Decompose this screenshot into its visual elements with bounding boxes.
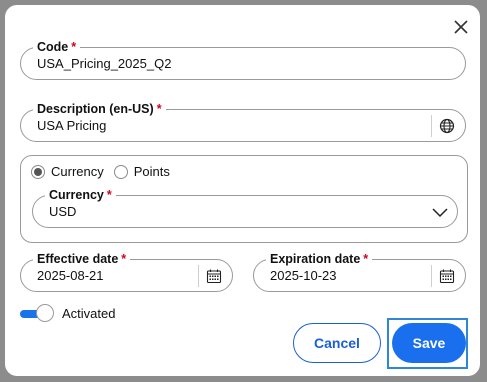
radio-currency-label: Currency [51, 164, 104, 179]
save-button[interactable]: Save [392, 323, 466, 363]
currency-label: Currency * [45, 187, 116, 203]
activated-label: Activated [62, 306, 116, 321]
effective-date-field[interactable]: Effective date * 2025-08-21 [20, 251, 233, 292]
expiration-date-value: 2025-10-23 [270, 268, 337, 283]
description-field[interactable]: Description (en-US) * USA Pricing [20, 101, 466, 142]
description-label: Description (en-US) * [33, 101, 166, 117]
globe-icon[interactable] [431, 115, 462, 137]
cancel-button[interactable]: Cancel [293, 323, 381, 363]
radio-points[interactable] [113, 164, 128, 179]
pricing-type-group: Currency Points Currency * USD [20, 155, 468, 243]
activated-toggle[interactable] [20, 304, 54, 324]
code-label: Code * [33, 39, 81, 55]
required-marker: * [363, 252, 369, 266]
expiration-date-field[interactable]: Expiration date * 2025-10-23 [253, 251, 466, 292]
code-field[interactable]: Code * USA_Pricing_2025_Q2 [20, 39, 466, 80]
radio-currency[interactable] [31, 164, 45, 179]
calendar-icon[interactable] [198, 265, 229, 287]
expiration-date-label: Expiration date * [266, 251, 373, 267]
chevron-down-icon[interactable] [432, 205, 448, 223]
description-value: USA Pricing [37, 118, 107, 133]
code-value: USA_Pricing_2025_Q2 [37, 56, 172, 71]
radio-points-label: Points [133, 164, 170, 179]
effective-date-label: Effective date * [33, 251, 131, 267]
pricing-type-radios: Currency Points [31, 164, 180, 179]
required-marker: * [121, 252, 127, 266]
required-marker: * [156, 102, 162, 116]
calendar-icon[interactable] [431, 265, 462, 287]
currency-select[interactable]: Currency * USD [32, 187, 458, 228]
required-marker: * [106, 188, 112, 202]
required-marker: * [71, 40, 77, 54]
effective-date-value: 2025-08-21 [37, 268, 104, 283]
close-icon[interactable] [452, 18, 470, 36]
currency-value: USD [49, 204, 77, 219]
edit-price-list-dialog: Code * USA_Pricing_2025_Q2 Description (e… [5, 5, 480, 376]
